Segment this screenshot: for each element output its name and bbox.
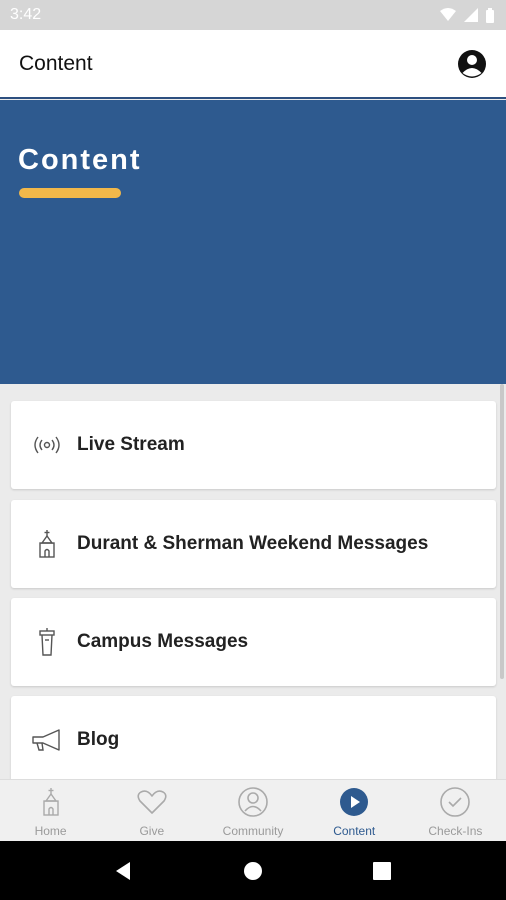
content-list: Live Stream Durant & Sherman Weekend Mes… <box>0 384 506 779</box>
nav-label: Give <box>139 824 165 838</box>
back-icon[interactable] <box>104 851 144 891</box>
megaphone-icon <box>30 723 64 757</box>
signal-icon <box>464 8 478 22</box>
list-item-label: Live Stream <box>77 434 185 455</box>
nav-label: Home <box>34 824 67 838</box>
system-nav-bar <box>0 841 506 900</box>
list-item-label: Blog <box>77 729 120 750</box>
app-bar: Content <box>0 30 506 99</box>
podium-icon <box>30 625 64 659</box>
nav-label: Check-Ins <box>428 824 483 838</box>
wifi-icon <box>440 8 456 21</box>
nav-label: Community <box>222 824 284 838</box>
list-item-label: Durant & Sherman Weekend Messages <box>77 533 429 554</box>
nav-label: Content <box>333 824 376 838</box>
account-icon[interactable] <box>457 49 487 79</box>
person-icon <box>237 786 269 818</box>
nav-item-home[interactable]: Home <box>0 780 101 842</box>
scrollbar[interactable] <box>500 384 504 679</box>
status-bar: 3:42 <box>0 0 506 30</box>
app-bar-title: Content <box>19 51 93 75</box>
list-item-weekend-messages[interactable]: Durant & Sherman Weekend Messages <box>11 500 496 588</box>
nav-item-community[interactable]: Community <box>202 780 303 842</box>
bottom-nav: Home Give Community Content Check-Ins <box>0 779 506 842</box>
list-item-campus-messages[interactable]: Campus Messages <box>11 598 496 686</box>
nav-item-give[interactable]: Give <box>101 780 202 842</box>
nav-item-content[interactable]: Content <box>304 780 405 842</box>
nav-item-check-ins[interactable]: Check-Ins <box>405 780 506 842</box>
hero-banner: Content <box>0 100 506 384</box>
hero-title: Content <box>18 144 142 176</box>
status-time: 3:42 <box>10 6 42 23</box>
list-item-blog[interactable]: Blog <box>11 696 496 779</box>
recents-icon[interactable] <box>362 851 402 891</box>
home-icon[interactable] <box>233 851 273 891</box>
play-icon <box>338 786 370 818</box>
hero-accent-bar <box>19 188 121 198</box>
list-item-live-stream[interactable]: Live Stream <box>11 401 496 489</box>
heart-icon <box>136 786 168 818</box>
church-icon <box>30 527 64 561</box>
battery-icon <box>486 7 494 23</box>
church-icon <box>35 786 67 818</box>
broadcast-icon <box>30 428 64 462</box>
check-circle-icon <box>439 786 471 818</box>
list-item-label: Campus Messages <box>77 631 249 652</box>
status-icons <box>440 7 494 23</box>
